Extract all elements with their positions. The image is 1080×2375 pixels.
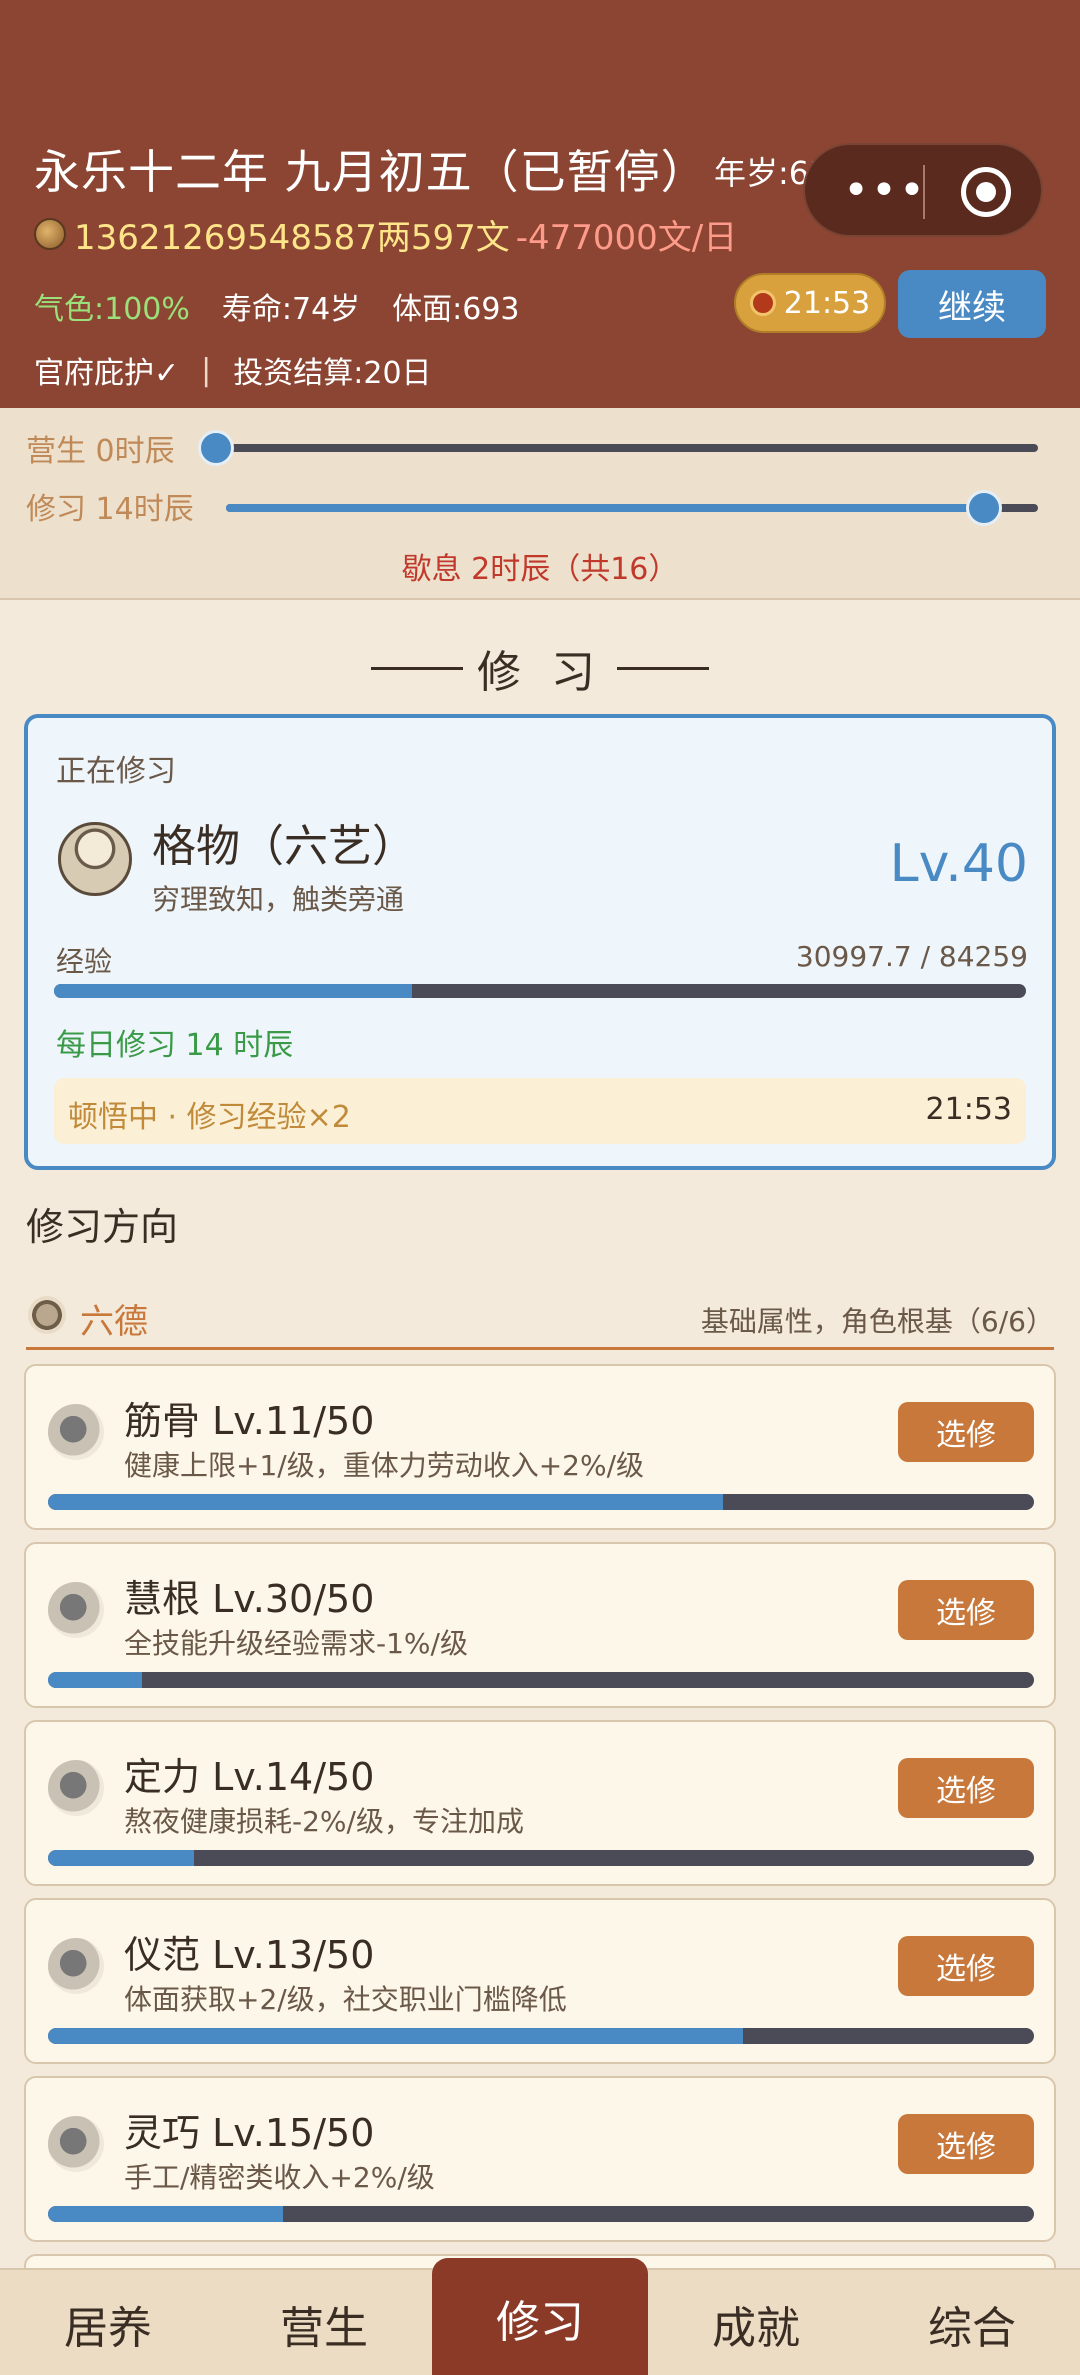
tab-juyang[interactable]: 居养 bbox=[0, 2270, 216, 2375]
coin-icon bbox=[34, 218, 66, 250]
tab-yingsheng[interactable]: 营生 bbox=[216, 2270, 432, 2375]
skill-desc: 体面获取+2/级，社交职业门槛降低 bbox=[124, 1983, 567, 2016]
select-skill-button[interactable]: 选修 bbox=[898, 2114, 1034, 2174]
brain-icon bbox=[48, 1582, 104, 1638]
skill-progress-fill bbox=[48, 2028, 744, 2044]
skill-progress-bar bbox=[48, 2028, 1034, 2044]
meditation-icon bbox=[48, 1760, 104, 1816]
timer-value: 21:53 bbox=[783, 285, 871, 321]
skill-progress-bar bbox=[48, 1494, 1034, 1510]
skill-progress-fill bbox=[48, 1850, 194, 1866]
title-line-right bbox=[617, 666, 709, 670]
status-divider: | bbox=[201, 352, 212, 388]
exp-value: 30997.7 / 84259 bbox=[795, 940, 1028, 973]
clock-icon bbox=[749, 290, 776, 316]
skill-name: 筋骨 Lv.11/50 bbox=[124, 1399, 375, 1443]
insight-bar: 顿悟中 · 修习经验×2 21:53 bbox=[54, 1078, 1026, 1144]
tab-xiuxi[interactable]: 修习 bbox=[432, 2258, 648, 2375]
money-rate: -477000文/日 bbox=[515, 217, 738, 258]
tab-zonghe[interactable]: 综合 bbox=[864, 2270, 1080, 2375]
protection-status: 官府庇护✓ bbox=[34, 356, 180, 391]
current-training-card: 正在修习 格物（六艺） 穷理致知，触类旁通 Lv.40 经验 30997.7 /… bbox=[24, 714, 1056, 1170]
directions-title: 修习方向 bbox=[26, 1205, 179, 1249]
skill-name: 定力 Lv.14/50 bbox=[124, 1755, 375, 1799]
skill-card: 定力 Lv.14/50 熬夜健康损耗-2%/级，专注加成 选修 bbox=[24, 1720, 1056, 1886]
skill-card: 灵巧 Lv.15/50 手工/精密类收入+2%/级 选修 bbox=[24, 2076, 1056, 2242]
skill-progress-bar bbox=[48, 1672, 1034, 1688]
study-slider[interactable] bbox=[226, 490, 1038, 526]
skill-desc: 熬夜健康损耗-2%/级，专注加成 bbox=[124, 1805, 524, 1838]
skill-desc: 健康上限+1/级，重体力劳动收入+2%/级 bbox=[124, 1449, 645, 1482]
dexterity-icon bbox=[48, 2116, 104, 2172]
settlement-status: 投资结算:20日 bbox=[233, 356, 432, 391]
lifespan-stat: 寿命:74岁 bbox=[221, 292, 361, 327]
official-icon bbox=[48, 1938, 104, 1994]
section-title: 修 习 bbox=[0, 636, 1080, 700]
target-icon[interactable] bbox=[961, 167, 1011, 217]
skill-progress-fill bbox=[48, 1494, 724, 1510]
game-date: 永乐十二年 九月初五（已暂停） bbox=[34, 145, 708, 199]
scholar-icon bbox=[58, 822, 132, 896]
rest-label: 歇息 2时辰（共16） bbox=[401, 552, 679, 587]
skill-desc: 手工/精密类收入+2%/级 bbox=[124, 2161, 435, 2194]
qise-stat: 气色:100% bbox=[34, 292, 190, 327]
group-subtitle: 基础属性，角色根基（6/6） bbox=[700, 1305, 1054, 1338]
time-allocation-panel: 营生 0时辰 修习 14时辰 歇息 2时辰（共16） bbox=[0, 408, 1080, 600]
current-skill-level: Lv.40 bbox=[889, 834, 1028, 894]
stats-row: 气色:100% 寿命:74岁 体面:693 bbox=[34, 284, 520, 328]
exp-progress-fill bbox=[54, 984, 412, 998]
skill-name: 仪范 Lv.13/50 bbox=[124, 1933, 375, 1977]
skill-progress-bar bbox=[48, 2206, 1034, 2222]
skill-card: 筋骨 Lv.11/50 健康上限+1/级，重体力劳动收入+2%/级 选修 bbox=[24, 1364, 1056, 1530]
money-row: 13621269548587两597文 -477000文/日 bbox=[34, 212, 738, 258]
skill-card: 仪范 Lv.13/50 体面获取+2/级，社交职业门槛降低 选修 bbox=[24, 1898, 1056, 2064]
group-header[interactable]: 六德 基础属性，角色根基（6/6） bbox=[26, 1290, 1054, 1350]
money-amount: 13621269548587两597文 bbox=[74, 217, 510, 258]
insight-timer: 21:53 bbox=[925, 1092, 1012, 1127]
skill-progress-fill bbox=[48, 2206, 283, 2222]
skill-name: 慧根 Lv.30/50 bbox=[124, 1577, 375, 1621]
status-row: 官府庇护✓ | 投资结算:20日 bbox=[34, 348, 432, 392]
group-name: 六德 bbox=[80, 1302, 148, 1342]
face-stat: 体面:693 bbox=[392, 292, 520, 327]
insight-text: 顿悟中 · 修习经验×2 bbox=[68, 1100, 351, 1135]
more-dots-icon[interactable]: ••• bbox=[835, 169, 935, 213]
skill-name: 灵巧 Lv.15/50 bbox=[124, 2111, 375, 2155]
exp-progress-bar bbox=[54, 984, 1026, 998]
study-slider-fill bbox=[226, 504, 984, 512]
study-slider-thumb[interactable] bbox=[966, 490, 1002, 526]
select-skill-button[interactable]: 选修 bbox=[898, 1402, 1034, 1462]
skill-desc: 全技能升级经验需求-1%/级 bbox=[124, 1627, 468, 1660]
select-skill-button[interactable]: 选修 bbox=[898, 1580, 1034, 1640]
work-slider-label: 营生 0时辰 bbox=[26, 434, 175, 469]
current-skill-name: 格物（六艺） bbox=[152, 821, 416, 872]
strength-icon bbox=[48, 1404, 104, 1460]
continue-button[interactable]: 继续 bbox=[898, 270, 1046, 338]
daily-study-hours: 每日修习 14 时辰 bbox=[56, 1028, 294, 1063]
select-skill-button[interactable]: 选修 bbox=[898, 1758, 1034, 1818]
capsule-divider bbox=[923, 165, 925, 219]
select-skill-button[interactable]: 选修 bbox=[898, 1936, 1034, 1996]
study-slider-label: 修习 14时辰 bbox=[26, 492, 194, 527]
virtue-icon bbox=[28, 1296, 66, 1334]
title-line-left bbox=[371, 666, 463, 670]
current-skill-desc: 穷理致知，触类旁通 bbox=[152, 883, 405, 916]
skill-progress-fill bbox=[48, 1672, 142, 1688]
status-header: 永乐十二年 九月初五（已暂停） 年岁:63 ••• 13621269548587… bbox=[0, 0, 1080, 408]
mini-program-capsule: ••• bbox=[803, 143, 1043, 237]
work-slider[interactable] bbox=[198, 430, 1038, 466]
exp-label: 经验 bbox=[56, 945, 113, 978]
tab-chengjiu[interactable]: 成就 bbox=[648, 2270, 864, 2375]
bottom-nav: 居养 营生 修习 成就 综合 bbox=[0, 2258, 1080, 2375]
skill-card: 慧根 Lv.30/50 全技能升级经验需求-1%/级 选修 bbox=[24, 1542, 1056, 1708]
section-title-text: 修 习 bbox=[477, 647, 603, 698]
current-label: 正在修习 bbox=[56, 754, 176, 789]
work-slider-thumb[interactable] bbox=[198, 430, 234, 466]
skill-progress-bar bbox=[48, 1850, 1034, 1866]
timer-pill[interactable]: 21:53 bbox=[734, 273, 886, 333]
